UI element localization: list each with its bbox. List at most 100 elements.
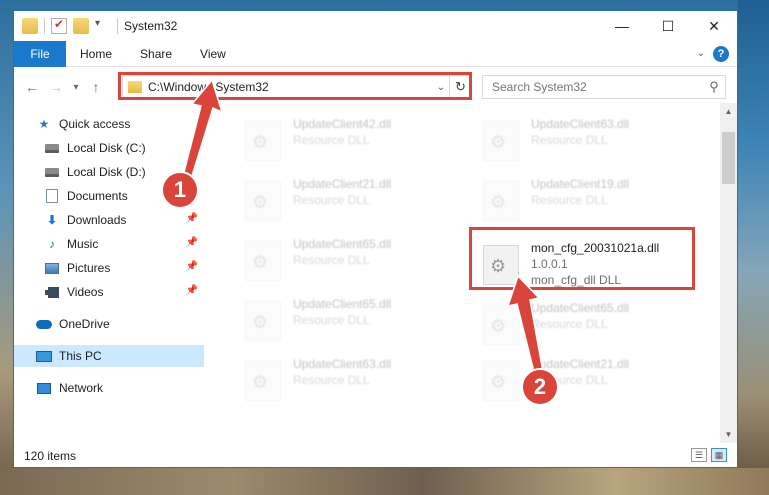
sidebar-item-label: Quick access [59,117,131,131]
sidebar-item-label: Videos [67,285,104,299]
tiles-view-icon[interactable]: ▦ [711,448,727,462]
network-icon [36,381,52,395]
sidebar-item-label: Music [67,237,99,251]
new-folder-icon[interactable] [73,18,89,34]
desktop-background-bottom [0,468,769,495]
address-dropdown-icon[interactable]: ⌄ [433,82,449,93]
file-item[interactable]: ⚙ UpdateClient21.dll Resource DLL [237,171,465,227]
sidebar-item-this-pc[interactable]: This PC [14,345,204,367]
scroll-up-icon[interactable]: ▲ [720,103,737,120]
title-bar: ▾ System32 — ☐ ✕ [14,11,737,41]
sidebar-item-label: OneDrive [59,317,110,331]
file-item[interactable]: ⚙ UpdateClient63.dll Resource DLL [475,111,703,167]
navigation-pane: ★ Quick access Local Disk (C:) Local Dis… [14,111,206,441]
sidebar-item-onedrive[interactable]: OneDrive [14,313,204,335]
sidebar-item-local-disk-c[interactable]: Local Disk (C:) [14,137,204,159]
sidebar-item-downloads[interactable]: ⬇ Downloads 📌 [14,209,204,231]
file-type: Resource DLL [293,373,370,387]
drive-icon [44,141,60,155]
file-name: UpdateClient65.dll [293,297,392,311]
tab-home[interactable]: Home [66,41,126,67]
sidebar-item-label: Pictures [67,261,111,275]
refresh-button[interactable]: ↻ [449,76,471,98]
ribbon-right: ⌄ ? [697,45,737,62]
folder-icon [22,18,38,34]
pin-icon[interactable]: 📌 [186,285,198,296]
onedrive-icon [36,317,52,331]
file-list: ⚙ UpdateClient42.dll Resource DLL ⚙ Upda… [219,103,724,443]
back-button[interactable]: ← [20,75,44,99]
star-icon: ★ [38,117,50,131]
dll-file-icon: ⚙ [483,305,519,345]
vertical-scrollbar[interactable]: ▲ ▼ [720,103,737,443]
search-box[interactable]: ⚲ [482,75,726,99]
up-button[interactable]: ↑ [84,75,108,99]
file-item[interactable]: ⚙ UpdateClient65.dll Resource DLL [237,231,465,287]
tab-file[interactable]: File [14,40,66,67]
file-name: UpdateClient63.dll [531,117,630,131]
dll-file-icon: ⚙ [245,181,281,221]
file-item[interactable]: ⚙ UpdateClient65.dll Resource DLL [237,291,465,347]
file-name: UpdateClient63.dll [293,357,392,371]
dll-file-icon: ⚙ [483,181,519,221]
pictures-icon [44,261,60,275]
file-name: UpdateClient65.dll [293,237,392,251]
navigation-bar: ← → ▾ ↑ C:\Windows\System32 ⌄ ↻ ⚲ [14,71,737,103]
window-title: System32 [124,19,178,33]
file-explorer-window: ▾ System32 — ☐ ✕ File Home Share View ⌄ … [13,10,738,468]
dll-file-icon: ⚙ [245,121,281,161]
sidebar-item-network[interactable]: Network [14,377,204,399]
file-version: 1.0.0.1 [531,257,568,271]
pin-icon[interactable]: 📌 [186,237,198,248]
customize-toolbar-icon[interactable]: ▾ [95,18,111,34]
drive-icon [44,165,60,179]
close-button[interactable]: ✕ [691,11,737,41]
forward-button[interactable]: → [44,75,68,99]
file-item[interactable]: ⚙ UpdateClient19.dll Resource DLL [475,171,703,227]
address-path[interactable]: C:\Windows\System32 [148,80,433,94]
scroll-down-icon[interactable]: ▼ [720,426,737,443]
search-icon[interactable]: ⚲ [703,79,725,95]
address-bar[interactable]: C:\Windows\System32 ⌄ ↻ [122,75,472,99]
file-item[interactable]: ⚙ UpdateClient21.dll Resource DLL [475,351,703,407]
tab-view[interactable]: View [186,41,240,67]
help-icon[interactable]: ? [713,45,729,62]
music-icon: ♪ [49,237,55,251]
file-type: Resource DLL [531,133,608,147]
file-item-mon-cfg-dll[interactable]: ⚙ mon_cfg_20031021a.dll 1.0.0.1 mon_cfg_… [475,235,703,291]
details-view-icon[interactable]: ☰ [691,448,707,462]
dll-file-icon: ⚙ [245,241,281,281]
pin-icon[interactable]: 📌 [186,261,198,272]
expand-ribbon-icon[interactable]: ⌄ [697,48,705,59]
minimize-button[interactable]: — [599,11,645,41]
documents-icon [44,189,60,203]
scrollbar-thumb[interactable] [722,132,735,184]
file-name: UpdateClient65.dll [531,301,630,315]
dll-file-icon: ⚙ [483,121,519,161]
sidebar-item-music[interactable]: ♪ Music 📌 [14,233,204,255]
properties-icon[interactable] [51,17,67,34]
sidebar-item-pictures[interactable]: Pictures 📌 [14,257,204,279]
maximize-button[interactable]: ☐ [645,11,691,41]
desktop-background-right [738,0,769,495]
dll-file-icon: ⚙ [483,245,519,285]
pin-icon[interactable]: 📌 [186,213,198,224]
window-controls: — ☐ ✕ [599,11,737,41]
file-item[interactable]: ⚙ UpdateClient42.dll Resource DLL [237,111,465,167]
sidebar-item-videos[interactable]: Videos 📌 [14,281,204,303]
file-type: mon_cfg_dll DLL [531,273,622,287]
search-input[interactable] [492,80,703,94]
dll-file-icon: ⚙ [245,301,281,341]
item-count: 120 items [24,449,77,463]
sidebar-item-quick-access[interactable]: ★ Quick access [14,113,204,135]
view-toggle: ☰ ▦ [691,448,727,462]
tab-share[interactable]: Share [126,41,186,67]
file-item[interactable]: ⚙ UpdateClient63.dll Resource DLL [237,351,465,407]
sidebar-item-label: This PC [59,349,102,363]
file-item[interactable]: ⚙ UpdateClient65.dll Resource DLL [475,295,703,351]
sidebar-item-label: Documents [67,189,128,203]
file-type: Resource DLL [531,193,608,207]
sidebar-item-label: Network [59,381,104,395]
recent-locations-button[interactable]: ▾ [68,75,84,99]
file-type: Resource DLL [293,313,370,327]
